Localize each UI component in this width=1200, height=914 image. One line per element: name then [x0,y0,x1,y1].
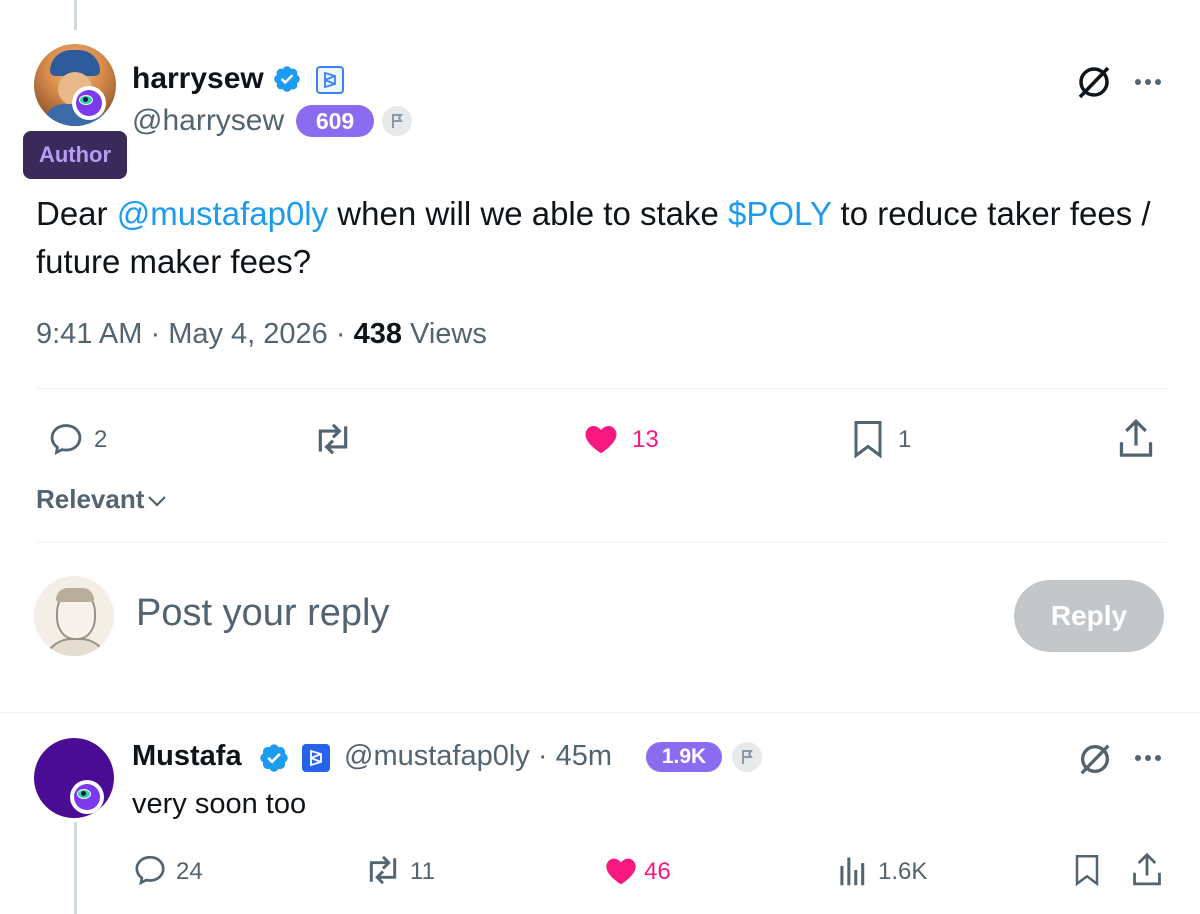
current-user-avatar[interactable] [34,576,114,656]
bookmark-icon[interactable] [1072,852,1102,888]
flag-icon [732,742,762,772]
more-icon[interactable] [1130,744,1166,772]
brand-square-icon [316,66,344,94]
bookmark-icon[interactable] [850,418,886,460]
divider [36,542,1166,543]
brand-square-icon [302,744,330,772]
reply-author-handle[interactable]: @mustafap0ly · 45m [344,740,612,773]
like-count: 46 [644,858,671,885]
thread-line [74,0,77,30]
share-icon[interactable] [1116,418,1156,460]
post-date[interactable]: May 4, 2026 [168,318,328,350]
views-icon[interactable] [836,852,870,888]
divider [36,388,1166,389]
sort-label: Relevant [36,484,145,514]
no-grok-icon[interactable] [1074,62,1114,102]
reply-author-name[interactable]: Mustafa [132,740,242,773]
reply-text: very soon too [132,788,307,820]
reply-button[interactable]: Reply [1014,580,1164,652]
author-handle[interactable]: @harrysew [132,104,284,138]
repost-count: 11 [410,858,435,885]
eye-badge-icon [70,780,104,814]
score-pill: 1.9K [646,742,722,772]
verified-badge-icon [260,744,288,772]
heart-icon[interactable] [602,852,640,888]
repost-icon[interactable] [364,852,402,888]
verified-badge-icon [274,66,300,92]
views-count: 1.6K [878,858,928,885]
mention-link[interactable]: @mustafap0ly [117,195,328,232]
views-count: 438 [353,318,402,350]
reply-time: · 45m [537,740,612,772]
repost-icon[interactable] [312,420,354,458]
post-time[interactable]: 9:41 AM [36,318,142,350]
eye-badge-icon [72,86,106,120]
bookmark-count: 1 [898,426,912,453]
post-text: Dear @mustafap0ly when will we able to s… [36,195,1151,280]
reply-icon[interactable] [46,420,86,458]
no-grok-icon[interactable] [1076,740,1114,778]
thread-line [74,822,77,914]
author-tag: Author [23,131,127,179]
cashtag-link[interactable]: $POLY [728,195,831,232]
reply-count: 2 [94,426,108,453]
post-meta: 9:41 AM · May 4, 2026 · 438 Views [36,318,487,350]
reply-input[interactable]: Post your reply [136,592,389,635]
sort-dropdown[interactable]: Relevant [36,484,168,515]
flag-icon [382,106,412,136]
like-count: 13 [632,426,659,453]
chevron-down-icon [148,496,167,507]
author-name[interactable]: harrysew [132,62,264,96]
score-pill: 609 [296,105,374,137]
more-icon[interactable] [1130,68,1166,96]
share-icon[interactable] [1130,852,1164,888]
heart-icon[interactable] [580,419,622,457]
reply-count: 24 [176,858,203,885]
divider [0,712,1200,713]
reply-icon[interactable] [132,852,168,888]
